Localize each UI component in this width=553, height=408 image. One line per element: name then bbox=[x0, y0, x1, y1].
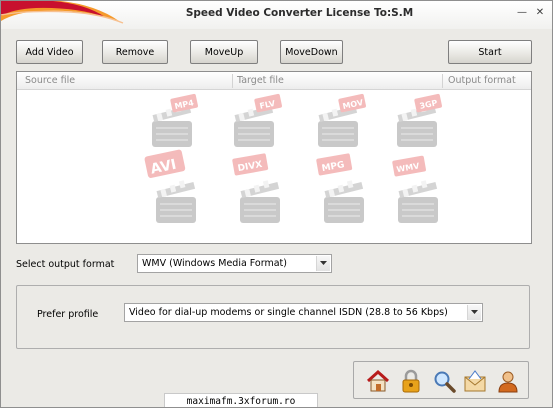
format-watermark-icons: MP4 FLV MOV 3GP AVI DIVX MPG WMV bbox=[144, 93, 442, 223]
chevron-down-icon[interactable] bbox=[467, 305, 481, 320]
column-target-file[interactable]: Target file bbox=[237, 75, 284, 86]
window-title: Speed Video Converter License To:S.M bbox=[185, 7, 414, 19]
profile-select[interactable]: Video for dial-up modems or single chann… bbox=[124, 303, 483, 322]
file-list[interactable]: Source file Target file Output format MP… bbox=[16, 71, 532, 244]
output-format-label: Select output format bbox=[16, 259, 115, 270]
taskbar-label: maximafm.3xforum.ro bbox=[164, 393, 318, 407]
column-divider[interactable] bbox=[232, 74, 233, 88]
start-button[interactable]: Start bbox=[448, 40, 532, 64]
move-up-button[interactable]: MoveUp bbox=[190, 40, 258, 64]
column-divider[interactable] bbox=[442, 74, 443, 88]
app-window: Speed Video Converter License To:S.M — ✕… bbox=[0, 0, 553, 408]
home-icon[interactable] bbox=[366, 369, 390, 393]
output-format-select[interactable]: WMV (Windows Media Format) bbox=[137, 254, 332, 273]
email-icon[interactable] bbox=[463, 369, 487, 393]
bottom-icon-bar bbox=[353, 361, 529, 399]
lock-icon[interactable] bbox=[399, 369, 423, 393]
magnifier-icon[interactable] bbox=[432, 369, 456, 393]
title-bar[interactable]: Speed Video Converter License To:S.M — ✕ bbox=[1, 1, 552, 29]
profile-value: Video for dial-up modems or single chann… bbox=[129, 307, 448, 318]
column-source-file[interactable]: Source file bbox=[25, 75, 75, 86]
profile-label: Prefer profile bbox=[37, 309, 99, 320]
remove-button[interactable]: Remove bbox=[102, 40, 168, 64]
column-output-format[interactable]: Output format bbox=[448, 75, 516, 86]
minimize-button[interactable]: — bbox=[515, 7, 529, 19]
add-video-button[interactable]: Add Video bbox=[16, 40, 83, 64]
file-list-header: Source file Target file Output format bbox=[17, 72, 531, 90]
user-icon[interactable] bbox=[496, 369, 520, 393]
move-down-button[interactable]: MoveDown bbox=[280, 40, 343, 64]
output-format-value: WMV (Windows Media Format) bbox=[142, 258, 287, 269]
close-button[interactable]: ✕ bbox=[533, 7, 547, 19]
chevron-down-icon[interactable] bbox=[316, 256, 330, 271]
